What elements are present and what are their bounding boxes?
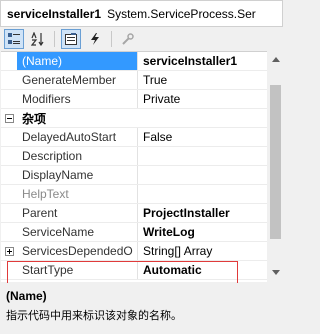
property-pages-wrench-icon [122,33,134,45]
property-value[interactable]: WriteLog [138,223,267,241]
row-gutter [1,52,17,70]
property-name: ServiceName [17,223,138,241]
scrollbar-thumb[interactable] [270,85,281,239]
events-lightning-icon [91,33,99,45]
property-grid[interactable]: (Name) serviceInstaller1 GenerateMember … [1,51,267,282]
property-name: (Name) [17,52,138,70]
property-row-description[interactable]: Description [1,147,267,166]
property-name: ServicesDependedO [17,242,138,260]
scroll-down-button[interactable] [267,264,284,281]
property-name: Parent [17,204,138,222]
property-value[interactable]: serviceInstaller1 [138,52,267,70]
alphabetical-button[interactable] [28,29,48,49]
property-toolbar [0,27,287,51]
property-value[interactable]: False [138,128,267,146]
properties-button[interactable] [61,29,81,49]
property-row-modifiers[interactable]: Modifiers Private [1,90,267,109]
object-type: System.ServiceProcess.Ser [107,6,256,21]
toolbar-separator-2 [111,31,112,47]
property-row-servicename[interactable]: ServiceName WriteLog [1,223,267,242]
description-pane: (Name) 指示代码中用来标识该对象的名称。 [0,283,283,334]
property-name: GenerateMember [17,71,138,89]
row-gutter [1,185,17,203]
expand-toggle[interactable] [1,242,17,260]
row-gutter [1,166,17,184]
property-row-name[interactable]: (Name) serviceInstaller1 [1,52,267,71]
row-gutter [1,223,17,241]
properties-icon [65,33,77,45]
collapse-toggle[interactable] [1,109,17,127]
property-row-starttype[interactable]: StartType Automatic [1,261,267,280]
property-value[interactable]: String[] Array [138,242,267,260]
property-row-servicesdependedon[interactable]: ServicesDependedO String[] Array [1,242,267,261]
property-name: StartType [17,261,138,279]
property-value[interactable] [138,147,267,165]
scroll-up-button[interactable] [267,51,284,68]
property-value[interactable] [138,166,267,184]
description-text: 指示代码中用来标识该对象的名称。 [6,310,182,322]
property-value[interactable]: True [138,71,267,89]
object-selector[interactable]: serviceInstaller1 System.ServiceProcess.… [0,0,283,27]
category-name: 杂项 [22,111,47,126]
property-value[interactable]: Automatic [138,261,267,279]
property-pages-button[interactable] [118,29,138,49]
property-value[interactable]: Private [138,90,267,108]
property-name: DelayedAutoStart [17,128,138,146]
category-row-misc[interactable]: 杂项 [1,109,267,128]
description-title: (Name) [6,289,47,303]
property-name: Modifiers [17,90,138,108]
property-row-displayname[interactable]: DisplayName [1,166,267,185]
property-name: DisplayName [17,166,138,184]
row-gutter [1,147,17,165]
vertical-scrollbar[interactable] [267,51,284,281]
property-value[interactable] [138,185,267,203]
plus-icon [4,246,14,256]
events-button[interactable] [85,29,105,49]
property-row-delayedautostart[interactable]: DelayedAutoStart False [1,128,267,147]
property-row-generatemember[interactable]: GenerateMember True [1,71,267,90]
row-gutter [1,128,17,146]
property-value[interactable]: ProjectInstaller [138,204,267,222]
property-row-parent[interactable]: Parent ProjectInstaller [1,204,267,223]
object-name: serviceInstaller1 [7,6,102,21]
categorized-icon [8,33,20,44]
categorized-button[interactable] [4,29,24,49]
category-value [138,109,267,127]
toolbar-separator [54,31,55,47]
alphabetical-sort-icon [31,32,44,46]
minus-icon [4,113,14,123]
row-gutter [1,204,17,222]
row-gutter [1,71,17,89]
row-gutter [1,90,17,108]
property-name: Description [17,147,138,165]
property-name: HelpText [17,185,138,203]
row-gutter [1,261,17,279]
property-row-helptext[interactable]: HelpText [1,185,267,204]
scroll-down-icon [271,270,280,275]
scroll-up-icon [271,57,280,62]
